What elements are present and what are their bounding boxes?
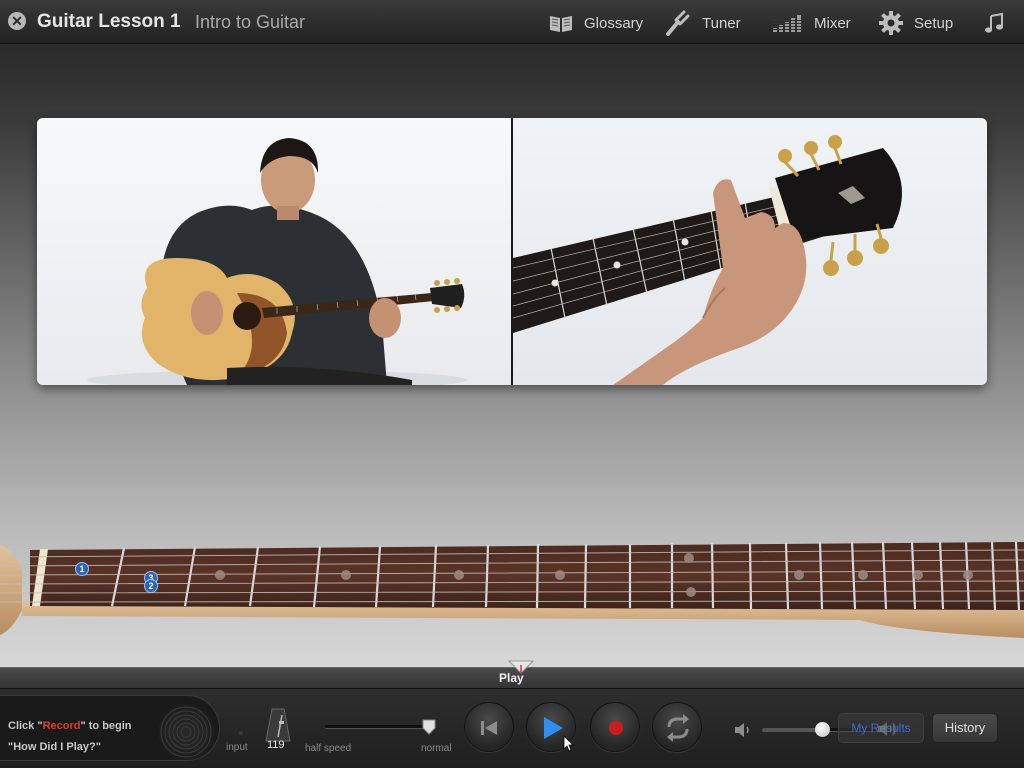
speed-slider[interactable] [325,725,435,729]
play-icon [544,717,574,752]
setup-button[interactable]: Setup [878,10,953,36]
rewind-button[interactable] [464,702,514,752]
record-hint-subtext: "How Did I Play?" [8,741,101,753]
closeup-video-pane [512,118,987,385]
gear-icon [879,11,903,35]
tempo-value: 119 [267,739,285,751]
fretting-hand-closeup-image [512,135,902,385]
mixer-bars-icon [772,15,804,32]
speaker-low-icon [735,723,749,737]
fretboard-visualizer[interactable]: 1 3 2 [0,520,1024,650]
tuning-fork-icon [666,10,690,36]
control-bar: Click "Record" to begin "How Did I Play?… [0,689,1024,768]
record-icon [609,721,623,735]
speed-max-label: normal [421,743,452,754]
skip-back-icon [481,721,497,735]
music-note-icon [985,12,1003,33]
app-window: ✕ Guitar Lesson 1 Intro to Guitar Glossa… [0,0,1024,768]
lesson-video[interactable] [37,118,987,385]
finger-marker: 1 [75,562,89,576]
play-button[interactable] [526,702,576,752]
loop-button[interactable] [652,702,702,752]
loop-icon [667,714,689,742]
volume-slider-handle[interactable] [815,722,830,737]
title-bar: ✕ Guitar Lesson 1 Intro to Guitar Glossa… [0,0,1024,44]
page-title: Guitar Lesson 1 [37,11,181,32]
speed-slider-handle[interactable] [422,719,436,735]
music-menu-button[interactable] [982,10,1008,36]
input-level-dial [158,704,214,760]
mixer-label: Mixer [814,14,851,32]
speaker-high-icon [878,722,896,736]
instructor-image [87,138,467,385]
volume-fill [762,728,822,732]
record-hint-text: Click "Record" to begin [8,720,132,732]
record-hint-panel: Click "Record" to begin "How Did I Play?… [0,695,220,761]
tuner-label: Tuner [702,14,741,32]
setup-label: Setup [914,14,954,32]
close-icon[interactable]: ✕ [8,12,26,30]
history-button[interactable]: History [932,713,998,743]
tuner-button[interactable]: Tuner [664,10,741,36]
glossary-label: Glossary [584,14,644,32]
instructor-video-pane [37,118,511,385]
playhead-label: Play [499,671,524,685]
speed-min-label: half speed [305,743,352,754]
lesson-subtitle: Intro to Guitar [195,12,306,32]
book-icon [550,16,572,32]
glossary-button[interactable]: Glossary [548,10,643,36]
finger-marker: 2 [144,579,158,593]
input-label: input [226,742,248,753]
record-keyword: Record [42,720,81,732]
mixer-button[interactable]: Mixer [772,10,851,36]
input-level-led [239,731,243,735]
record-button[interactable] [590,702,640,752]
